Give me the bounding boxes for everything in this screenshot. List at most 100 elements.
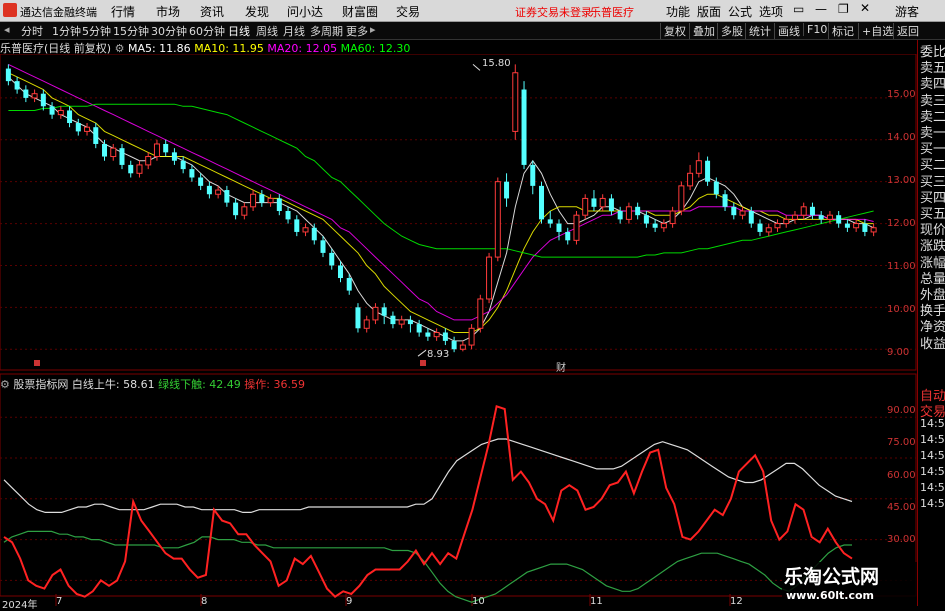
menu-gongneng[interactable]: 功能 bbox=[666, 3, 690, 20]
candle bbox=[294, 215, 300, 237]
btn-huaxian[interactable]: 画线 bbox=[774, 23, 800, 39]
ma-line-ma20 bbox=[8, 63, 874, 321]
btn-duogu[interactable]: 多股 bbox=[717, 23, 743, 39]
menu-caifuquan[interactable]: 财富圈 bbox=[342, 3, 378, 20]
btn-f10[interactable]: F10 bbox=[803, 23, 827, 36]
candle bbox=[136, 160, 143, 178]
low-price-annotation: 8.93 bbox=[427, 349, 450, 360]
candle-body bbox=[556, 223, 562, 232]
menu-zixun[interactable]: 资讯 bbox=[200, 3, 224, 20]
tab-period-15min[interactable]: 15分钟 bbox=[113, 23, 149, 39]
finance-marker[interactable]: 财 bbox=[556, 359, 566, 374]
close-window-icon[interactable]: ✕ bbox=[860, 1, 870, 15]
menu-jiaoyi[interactable]: 交易 bbox=[396, 3, 420, 20]
indicator-settings-icon[interactable]: ⚙ bbox=[0, 378, 10, 391]
menu-faxian[interactable]: 发现 bbox=[245, 3, 269, 20]
btn-diejia[interactable]: 叠加 bbox=[689, 23, 715, 39]
tab-period-daily[interactable]: 日线 bbox=[228, 23, 250, 39]
candle-body bbox=[442, 332, 448, 341]
candle-body bbox=[398, 319, 405, 325]
toolbar-left-icon[interactable]: ◂ bbox=[4, 23, 10, 36]
candle bbox=[468, 324, 475, 350]
candle bbox=[844, 219, 850, 232]
candle bbox=[40, 89, 46, 111]
tab-period-monthly[interactable]: 月线 bbox=[283, 23, 305, 39]
candle bbox=[818, 211, 824, 224]
price-axis-label: 13.00 bbox=[887, 175, 916, 186]
candle-body bbox=[565, 231, 571, 241]
tab-period-weekly[interactable]: 周线 bbox=[256, 23, 278, 39]
candle-body bbox=[582, 197, 589, 216]
candle-body bbox=[311, 227, 317, 241]
candle-body bbox=[477, 298, 484, 329]
menu-xuanxiang[interactable]: 选项 bbox=[759, 3, 783, 20]
candle bbox=[390, 311, 396, 329]
price-axis-label: 15.00 bbox=[887, 89, 916, 100]
event-marker-icon[interactable] bbox=[34, 360, 40, 366]
candle bbox=[678, 181, 685, 216]
candle-body bbox=[765, 227, 772, 233]
menu-banmian[interactable]: 版面 bbox=[697, 3, 721, 20]
candle bbox=[23, 85, 29, 103]
minimize-icon[interactable]: ▭ bbox=[793, 2, 804, 16]
btn-fuquan[interactable]: 复权 bbox=[660, 23, 686, 39]
candle-body bbox=[862, 223, 868, 232]
candle-body bbox=[416, 324, 422, 333]
white-line-value: 白线上牛: 58.61 bbox=[71, 378, 155, 391]
candle-body bbox=[407, 319, 413, 325]
menu-hangqing[interactable]: 行情 bbox=[111, 3, 135, 20]
candle-body bbox=[504, 181, 510, 199]
candle bbox=[259, 190, 265, 207]
candle-body bbox=[206, 185, 212, 195]
candle bbox=[573, 211, 580, 245]
minimize-window-icon[interactable]: — bbox=[815, 2, 827, 16]
indicator-line bbox=[3, 530, 852, 603]
candle bbox=[416, 319, 422, 337]
menu-gongshi[interactable]: 公式 bbox=[728, 3, 752, 20]
candle bbox=[5, 64, 11, 86]
tab-period-5min[interactable]: 5分钟 bbox=[82, 23, 111, 39]
candle bbox=[398, 315, 405, 329]
menu-wenxiaoda[interactable]: 问小达 bbox=[287, 3, 323, 20]
candle-body bbox=[171, 152, 177, 161]
candle-body bbox=[617, 211, 623, 220]
btn-zixuan[interactable]: +自选 bbox=[858, 23, 893, 39]
candle bbox=[93, 123, 99, 149]
login-status[interactable]: 证券交易未登录 bbox=[515, 4, 592, 20]
btn-tongji[interactable]: 统计 bbox=[745, 23, 771, 39]
tab-period-30min[interactable]: 30分钟 bbox=[151, 23, 187, 39]
user-guest[interactable]: 游客 bbox=[895, 3, 919, 20]
tab-period-more[interactable]: 更多 bbox=[346, 23, 368, 39]
candle-body bbox=[687, 172, 694, 187]
candle-body bbox=[250, 193, 257, 208]
candle-body bbox=[486, 256, 493, 300]
candle bbox=[765, 223, 772, 237]
watermark-title: 乐淘公式网 bbox=[784, 566, 880, 588]
btn-fanhui[interactable]: 返回 bbox=[893, 23, 919, 39]
tab-period-60min[interactable]: 60分钟 bbox=[189, 23, 225, 39]
tab-period-1min[interactable]: 1分钟 bbox=[52, 23, 81, 39]
btn-biaoji[interactable]: 标记 bbox=[828, 23, 854, 39]
candle bbox=[652, 219, 658, 232]
candle bbox=[372, 303, 379, 325]
candle-body bbox=[800, 206, 807, 216]
candle-body bbox=[599, 197, 606, 208]
candle bbox=[75, 118, 81, 136]
more-arrow-icon[interactable]: ▸ bbox=[370, 23, 376, 36]
tab-period-multi[interactable]: 多周期 bbox=[310, 23, 343, 39]
trade-time-label: 14:50 bbox=[920, 433, 945, 446]
period-toolbar: ◂ 分时 1分钟 5分钟 15分钟 30分钟 60分钟 日线 周线 月线 多周期… bbox=[0, 22, 945, 40]
candle bbox=[451, 336, 457, 353]
restore-window-icon[interactable]: ❐ bbox=[838, 2, 849, 16]
candle-body bbox=[363, 319, 370, 329]
price-axis-label: 12.00 bbox=[887, 218, 916, 229]
candle bbox=[442, 328, 448, 346]
event-marker-icon[interactable] bbox=[420, 360, 426, 366]
candle-body bbox=[14, 81, 20, 90]
menu-shichang[interactable]: 市场 bbox=[156, 3, 180, 20]
tab-period-fenshi[interactable]: 分时 bbox=[21, 23, 43, 39]
charts-canvas[interactable] bbox=[0, 54, 917, 606]
candle bbox=[836, 211, 842, 228]
ma-line-ma60 bbox=[8, 103, 874, 258]
candle-body bbox=[259, 194, 265, 203]
